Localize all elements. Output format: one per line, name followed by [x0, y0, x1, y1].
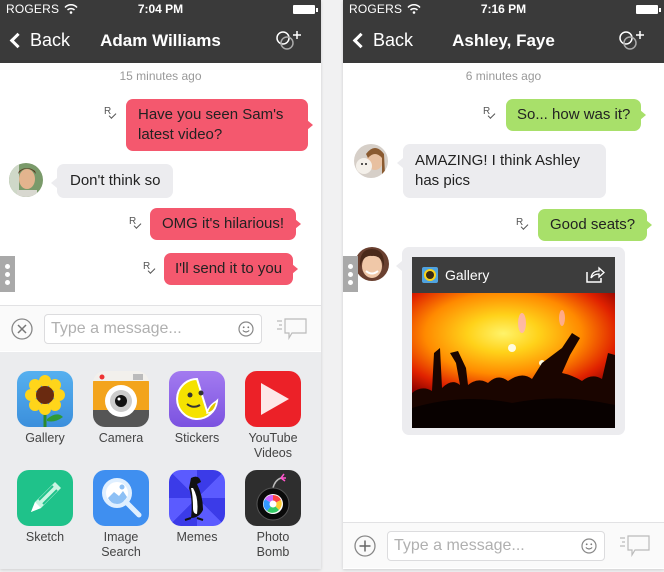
add-attachment-icon[interactable] — [354, 535, 376, 557]
chat-screen-adam: ROGERS 7:04 PM Back Adam Williams 15 min… — [0, 0, 321, 569]
message-outgoing[interactable]: So... how was it? — [506, 99, 647, 131]
battery-icon — [636, 5, 661, 14]
emoji-icon[interactable] — [581, 538, 597, 554]
close-icon[interactable] — [11, 318, 33, 340]
app-label: YouTube Videos — [248, 431, 298, 460]
app-sketch[interactable]: Sketch — [10, 470, 80, 545]
message-timestamp: 15 minutes ago — [119, 69, 202, 83]
sunflower-icon — [17, 371, 73, 427]
bomb-icon — [245, 470, 301, 526]
pencil-icon — [17, 470, 73, 526]
sticker-smiley-icon — [169, 371, 225, 427]
app-label: Camera — [98, 431, 144, 445]
read-receipt-icon: R — [516, 217, 530, 231]
app-tray: Gallery Camera Stickers YouTube Videos S… — [0, 352, 321, 569]
chat-screen-group: ROGERS 7:16 PM Back Ashley, Faye 6 minut… — [343, 0, 664, 569]
gallery-card-header: Gallery — [412, 257, 615, 293]
back-button[interactable]: Back — [351, 18, 413, 63]
read-receipt-icon: R — [129, 216, 143, 230]
sunflower-icon — [422, 267, 438, 283]
back-label: Back — [30, 30, 71, 50]
app-label: Sketch — [25, 530, 65, 544]
penguin-icon — [169, 470, 225, 526]
app-memes[interactable]: Memes — [162, 470, 232, 545]
message-timestamp: 6 minutes ago — [465, 69, 542, 83]
app-image-search[interactable]: Image Search — [86, 470, 156, 560]
app-gallery[interactable]: Gallery — [10, 371, 80, 446]
message-outgoing[interactable]: Good seats? — [538, 209, 653, 241]
read-receipt-icon: R — [143, 261, 157, 275]
contact-avatar[interactable] — [9, 163, 43, 197]
status-bar: ROGERS 7:16 PM — [343, 0, 664, 18]
app-label: Gallery — [25, 431, 65, 445]
chevron-left-icon — [352, 32, 369, 49]
send-icon[interactable] — [275, 316, 309, 342]
status-bar: ROGERS 7:04 PM — [0, 0, 321, 18]
read-receipt-icon: R — [483, 106, 497, 120]
drawer-handle[interactable] — [343, 256, 358, 292]
camera-icon — [93, 371, 149, 427]
play-icon — [245, 371, 301, 427]
magnifier-image-icon — [93, 470, 149, 526]
message-outgoing[interactable]: OMG it's hilarious! — [150, 208, 302, 240]
app-label: Photo Bomb — [256, 530, 290, 559]
battery-icon — [293, 5, 318, 14]
nav-bar: Back Ashley, Faye — [343, 18, 664, 63]
app-stickers[interactable]: Stickers — [162, 371, 232, 446]
message-incoming[interactable]: Don't think so — [50, 164, 174, 198]
gallery-card-title: Gallery — [445, 267, 490, 283]
emoji-icon[interactable] — [238, 321, 254, 337]
share-icon[interactable] — [585, 266, 605, 284]
message-list: 6 minutes ago R So... how was it? AMAZIN… — [343, 69, 664, 241]
message-outgoing[interactable]: I'll send it to you — [164, 253, 299, 285]
app-label: Memes — [176, 530, 218, 544]
chevron-left-icon — [9, 32, 26, 49]
contact-avatar[interactable] — [354, 144, 388, 178]
message-input[interactable] — [387, 531, 605, 561]
message-composer — [0, 305, 321, 351]
app-label: Image Search — [101, 530, 141, 559]
message-outgoing[interactable]: Have you seen Sam's latest video? — [126, 99, 313, 151]
back-button[interactable]: Back — [8, 18, 70, 63]
back-label: Back — [373, 30, 414, 50]
concert-photo[interactable] — [412, 293, 615, 428]
app-label: Stickers — [174, 431, 220, 445]
app-youtube-videos[interactable]: YouTube Videos — [238, 371, 308, 461]
contact-avatar[interactable] — [355, 247, 389, 281]
drawer-handle[interactable] — [0, 256, 15, 292]
message-input[interactable] — [44, 314, 262, 344]
status-time: 7:04 PM — [137, 2, 184, 16]
message-composer — [343, 522, 664, 568]
nav-bar: Back Adam Williams — [0, 18, 321, 63]
send-icon[interactable] — [618, 533, 652, 559]
read-receipt-icon: R — [104, 106, 118, 120]
message-list: 15 minutes ago R Have you seen Sam's lat… — [0, 69, 321, 285]
status-time: 7:16 PM — [480, 2, 527, 16]
app-camera[interactable]: Camera — [86, 371, 156, 446]
add-participant-icon[interactable] — [616, 28, 648, 54]
add-participant-icon[interactable] — [273, 28, 305, 54]
gallery-share-card[interactable]: Gallery — [396, 247, 625, 435]
app-photo-bomb[interactable]: Photo Bomb — [238, 470, 308, 560]
message-incoming[interactable]: AMAZING! I think Ashley has pics — [397, 144, 606, 198]
